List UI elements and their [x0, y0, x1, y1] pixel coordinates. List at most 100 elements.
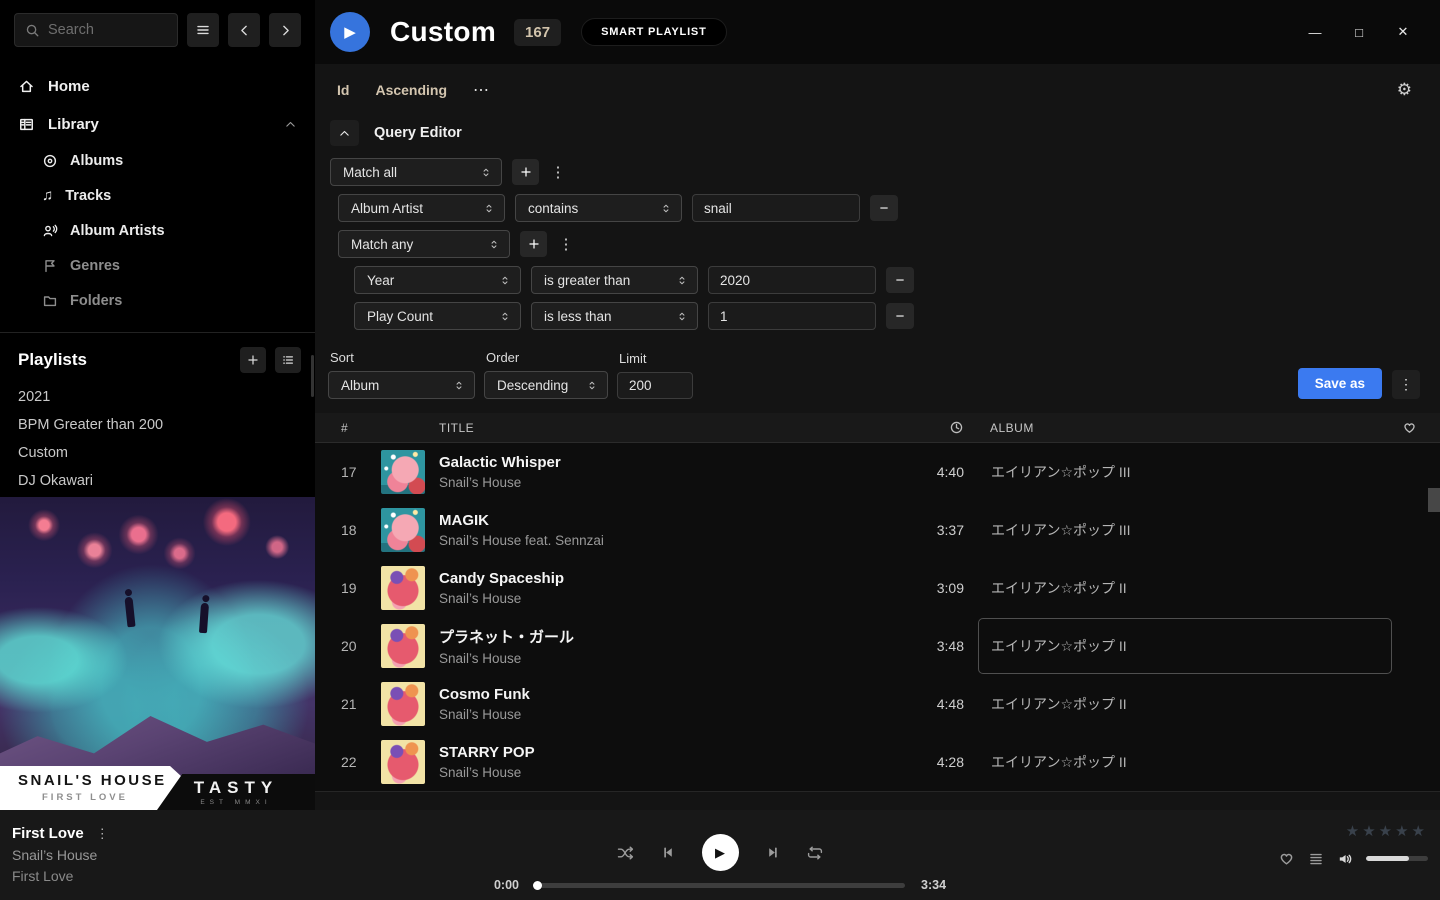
rule-operator-select[interactable]: is greater than	[531, 266, 698, 294]
forward-button[interactable]	[269, 13, 301, 47]
table-row[interactable]: 17 Galactic Whisper Snail’s House 4:40 エ…	[315, 443, 1440, 501]
track-artist[interactable]: Snail’s House	[439, 591, 892, 606]
menu-button[interactable]	[187, 13, 219, 47]
rule-value-input[interactable]	[708, 266, 876, 294]
album-art-thumbnail[interactable]	[381, 508, 425, 552]
sort-field-button[interactable]: Id	[337, 82, 349, 98]
track-title[interactable]: プラネット・ガール	[439, 626, 892, 647]
search-box[interactable]	[14, 13, 178, 47]
sidebar-scrollbar[interactable]	[311, 355, 314, 397]
column-index[interactable]: #	[341, 421, 381, 435]
track-album-cell[interactable]: エイリアン☆ポップ II	[978, 676, 1392, 732]
track-album-cell[interactable]: エイリアン☆ポップ II	[978, 734, 1392, 790]
album-art-thumbnail[interactable]	[381, 566, 425, 610]
table-row[interactable]: 20 プラネット・ガール Snail’s House 3:48 エイリアン☆ポッ…	[315, 617, 1440, 675]
star-icon[interactable]: ★	[1412, 823, 1428, 840]
album-art-thumbnail[interactable]	[381, 450, 425, 494]
sidebar-item-album-artists[interactable]: Album Artists	[0, 213, 315, 248]
more-options-button[interactable]: ⋯	[473, 80, 491, 100]
match-type-select[interactable]: Match any	[338, 230, 510, 258]
add-playlist-button[interactable]	[240, 347, 266, 373]
shuffle-button[interactable]	[617, 846, 635, 860]
minimize-button[interactable]: —	[1300, 17, 1330, 47]
seek-slider[interactable]	[535, 883, 905, 888]
main-scrollbar-thumb[interactable]	[1428, 488, 1440, 512]
track-album-cell[interactable]: エイリアン☆ポップ II	[978, 618, 1392, 674]
settings-button[interactable]: ⚙	[1397, 80, 1412, 100]
track-title[interactable]: Cosmo Funk	[439, 686, 892, 703]
previous-button[interactable]	[661, 845, 676, 860]
order-select[interactable]: Descending	[484, 371, 608, 399]
album-art-thumbnail[interactable]	[381, 740, 425, 784]
queue-button[interactable]	[1308, 851, 1324, 867]
table-row[interactable]: 22 STARRY POP Snail’s House 4:28 エイリアン☆ポ…	[315, 733, 1440, 791]
match-type-select[interactable]: Match all	[330, 158, 502, 186]
sidebar-item-folders[interactable]: Folders	[0, 283, 315, 318]
playlist-item[interactable]: Custom	[18, 441, 301, 469]
track-artist[interactable]: Snail’s House	[439, 765, 892, 780]
column-title[interactable]: TITLE	[439, 421, 892, 435]
track-title[interactable]: Galactic Whisper	[439, 454, 892, 471]
track-title[interactable]: Candy Spaceship	[439, 570, 892, 587]
track-title[interactable]: MAGIK	[439, 512, 892, 529]
rule-field-select[interactable]: Year	[354, 266, 521, 294]
rule-field-select[interactable]: Album Artist	[338, 194, 505, 222]
playlist-item[interactable]: DJ Okawari	[18, 469, 301, 497]
sidebar-item-genres[interactable]: Genres	[0, 248, 315, 283]
save-options-button[interactable]: ⋮	[1392, 370, 1420, 399]
star-icon[interactable]: ★	[1395, 823, 1411, 840]
play-playlist-button[interactable]: ▶	[330, 12, 370, 52]
album-art-thumbnail[interactable]	[381, 624, 425, 668]
track-album-cell[interactable]: エイリアン☆ポップ III	[978, 502, 1392, 558]
playlist-item[interactable]: 2021	[18, 385, 301, 413]
back-button[interactable]	[228, 13, 260, 47]
table-row[interactable]: 18 MAGIK Snail’s House feat. Sennzai 3:3…	[315, 501, 1440, 559]
track-album-cell[interactable]: エイリアン☆ポップ III	[978, 444, 1392, 500]
close-button[interactable]: ✕	[1388, 17, 1418, 47]
sort-order-button[interactable]: Ascending	[375, 82, 447, 98]
rule-operator-select[interactable]: is less than	[531, 302, 698, 330]
rule-field-select[interactable]: Play Count	[354, 302, 521, 330]
play-pause-button[interactable]: ▶	[702, 834, 739, 871]
remove-rule-button[interactable]: −	[886, 267, 914, 293]
add-rule-button[interactable]	[520, 231, 547, 257]
next-button[interactable]	[765, 845, 780, 860]
playlist-item[interactable]: BPM Greater than 200	[18, 413, 301, 441]
seek-handle[interactable]	[533, 881, 542, 890]
track-title[interactable]: STARRY POP	[439, 744, 892, 761]
sidebar-item-albums[interactable]: Albums	[0, 143, 315, 178]
rule-value-input[interactable]	[708, 302, 876, 330]
collapse-query-editor-button[interactable]	[330, 120, 359, 146]
sidebar-item-tracks[interactable]: ♫ Tracks	[0, 178, 315, 213]
maximize-button[interactable]: □	[1344, 17, 1374, 47]
track-artist[interactable]: Snail’s House feat. Sennzai	[439, 533, 892, 548]
table-row[interactable]: 21 Cosmo Funk Snail’s House 4:48 エイリアン☆ポ…	[315, 675, 1440, 733]
group-options-button[interactable]: ⋮	[557, 235, 575, 253]
sidebar-item-library[interactable]: Library	[0, 105, 315, 143]
rule-value-input[interactable]	[692, 194, 860, 222]
track-artist[interactable]: Snail’s House	[439, 475, 892, 490]
repeat-button[interactable]	[806, 846, 824, 860]
track-artist[interactable]: Snail’s House	[439, 707, 892, 722]
rule-operator-select[interactable]: contains	[515, 194, 682, 222]
album-art-thumbnail[interactable]	[381, 682, 425, 726]
add-rule-button[interactable]	[512, 159, 539, 185]
favorite-button[interactable]	[1278, 850, 1295, 867]
chevron-up-icon[interactable]	[284, 118, 297, 131]
star-icon[interactable]: ★	[1379, 823, 1395, 840]
sort-select[interactable]: Album	[328, 371, 475, 399]
search-input[interactable]	[48, 22, 158, 38]
rating-stars[interactable]: ★★★★★	[1278, 822, 1428, 840]
track-album-cell[interactable]: エイリアン☆ポップ II	[978, 560, 1392, 616]
table-row[interactable]: 19 Candy Spaceship Snail’s House 3:09 エイ…	[315, 559, 1440, 617]
column-album[interactable]: ALBUM	[978, 421, 1392, 435]
star-icon[interactable]: ★	[1346, 823, 1362, 840]
volume-slider[interactable]	[1366, 856, 1428, 861]
track-artist[interactable]: Snail’s House	[439, 651, 892, 666]
duration-column-header[interactable]	[949, 420, 964, 435]
volume-button[interactable]	[1337, 851, 1353, 867]
remove-rule-button[interactable]: −	[870, 195, 898, 221]
remove-rule-button[interactable]: −	[886, 303, 914, 329]
star-icon[interactable]: ★	[1362, 823, 1378, 840]
limit-input[interactable]	[617, 372, 693, 399]
